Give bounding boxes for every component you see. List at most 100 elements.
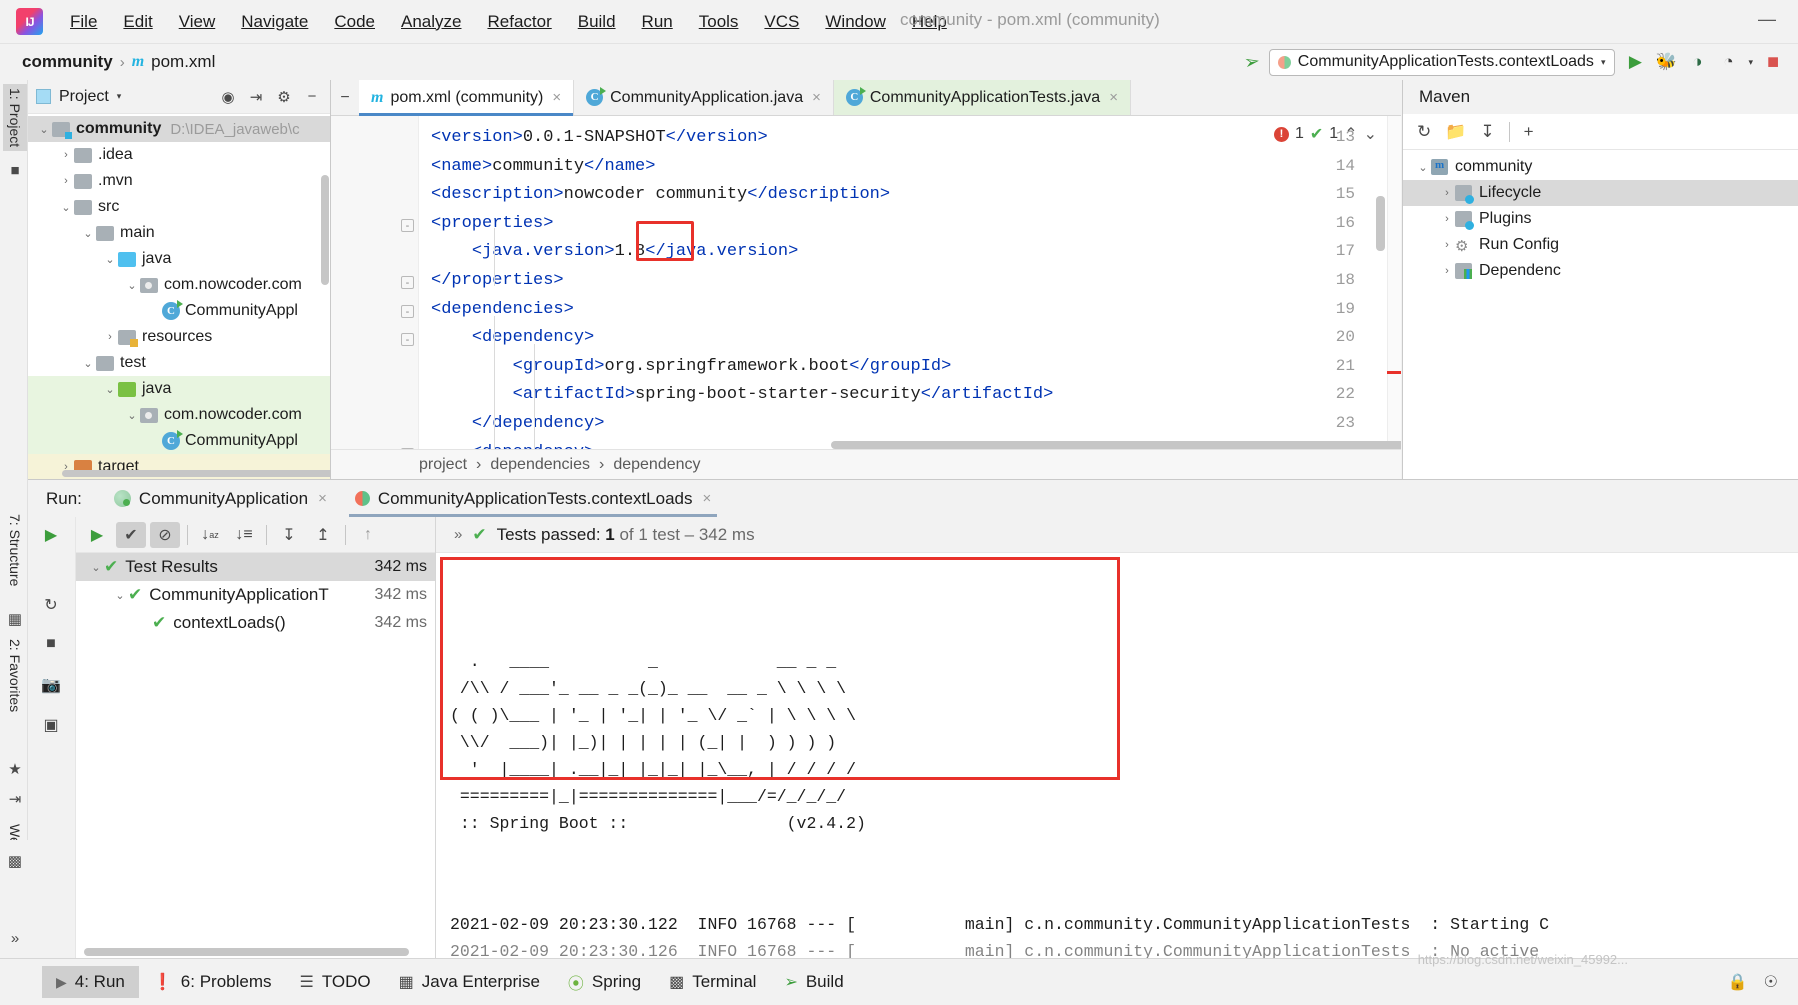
code-line[interactable]: <groupId>org.springframework.boot</group… bbox=[431, 357, 952, 376]
project-vertical-scrollbar[interactable] bbox=[321, 175, 329, 285]
run-tab-community-application[interactable]: CommunityApplication × bbox=[100, 480, 341, 517]
show-passed-icon[interactable]: ✔ bbox=[116, 521, 146, 548]
test-node-test-results[interactable]: ⌄ ✔ Test Results 342 ms bbox=[76, 553, 435, 581]
menu-item-vcs[interactable]: VCS bbox=[751, 9, 812, 35]
run-tab-context-loads[interactable]: CommunityApplicationTests.contextLoads × bbox=[341, 480, 725, 517]
maven-project-tree[interactable]: ⌄community›Lifecycle›Plugins›⚙Run Config… bbox=[1403, 150, 1798, 284]
code-editor[interactable]: 13 <version>0.0.1-SNAPSHOT</version> 14 <na… bbox=[331, 116, 1401, 479]
status-tab-todo[interactable]: ☰ TODO bbox=[286, 966, 385, 998]
menu-item-file[interactable]: File bbox=[57, 9, 110, 35]
sidebar-item-favorites[interactable]: 2: Favorites bbox=[3, 635, 27, 716]
tree-node-resources[interactable]: › resources bbox=[28, 324, 330, 350]
breadcrumb-project[interactable]: project bbox=[419, 456, 467, 474]
profile-chevron-down-icon[interactable]: ▾ bbox=[1748, 57, 1753, 68]
build-hammer-icon[interactable]: ➢ bbox=[1242, 49, 1262, 74]
profile-button[interactable]: ◔ bbox=[1717, 52, 1739, 72]
chevron-down-icon[interactable]: ⌄ bbox=[80, 227, 96, 240]
tree-node-java[interactable]: ⌄ java bbox=[28, 246, 330, 272]
menu-item-edit[interactable]: Edit bbox=[110, 9, 165, 35]
reload-icon[interactable]: ↻ bbox=[1417, 122, 1431, 142]
tree-node-com-nowcoder-com[interactable]: ⌄ com.nowcoder.com bbox=[28, 272, 330, 298]
project-view-chevron-down-icon[interactable]: ▾ bbox=[117, 91, 122, 102]
gear-icon[interactable]: ⚙ bbox=[274, 88, 294, 106]
next-problem-icon[interactable]: ⌄ bbox=[1364, 124, 1377, 144]
menu-item-tools[interactable]: Tools bbox=[686, 9, 752, 35]
code-line[interactable]: </dependency> bbox=[431, 414, 605, 433]
export-icon[interactable]: ▣ bbox=[40, 715, 62, 737]
inspection-status[interactable]: ! 1 ✔ 1 ⌃ ⌄ bbox=[1273, 124, 1377, 144]
menu-item-view[interactable]: View bbox=[166, 9, 229, 35]
locate-icon[interactable]: ◉ bbox=[218, 88, 238, 106]
chevron-down-icon[interactable]: ⌄ bbox=[36, 123, 52, 136]
prev-problem-icon[interactable]: ⌃ bbox=[1344, 124, 1357, 144]
stop-icon[interactable]: ■ bbox=[40, 635, 62, 657]
run-configuration-selector[interactable]: CommunityApplicationTests.contextLoads ▾ bbox=[1268, 48, 1616, 76]
status-tab-terminal[interactable]: ▩ Terminal bbox=[655, 966, 770, 998]
plus-icon[interactable]: + bbox=[1524, 122, 1534, 142]
close-icon[interactable]: × bbox=[552, 89, 561, 106]
hide-panel-icon[interactable]: − bbox=[302, 88, 322, 105]
expand-summary-icon[interactable]: » bbox=[454, 526, 462, 543]
chevron-down-icon[interactable]: ⌄ bbox=[1415, 161, 1431, 174]
status-tab-problems[interactable]: ❗ 6: Problems bbox=[139, 966, 286, 998]
sidebar-item-project[interactable]: 1: Project bbox=[3, 84, 27, 152]
code-line[interactable]: <dependency> bbox=[431, 328, 594, 347]
chevron-right-icon[interactable]: › bbox=[58, 149, 74, 161]
chevron-right-icon[interactable]: › bbox=[1439, 239, 1455, 251]
tab-community-application-tests[interactable]: C CommunityApplicationTests.java × bbox=[833, 80, 1131, 115]
rerun-failed-tests-icon[interactable]: ↻ bbox=[40, 595, 62, 617]
hide-editor-tabs-icon[interactable]: − bbox=[331, 80, 359, 115]
code-line[interactable]: <description>nowcoder community</descrip… bbox=[431, 185, 890, 204]
collapse-all-icon[interactable]: ↥ bbox=[308, 522, 338, 548]
notifications-icon[interactable]: ☉ bbox=[1764, 972, 1778, 992]
fold-toggle-icon[interactable]: - bbox=[401, 276, 414, 289]
console-output[interactable]: . ____ _ __ _ _ /\\ / ___'_ __ _ _(_)_ _… bbox=[436, 553, 1798, 1005]
error-stripe-mark[interactable] bbox=[1387, 371, 1401, 374]
code-line[interactable]: <java.version>1.8</java.version> bbox=[431, 242, 798, 261]
menu-item-analyze[interactable]: Analyze bbox=[388, 9, 474, 35]
sidebar-item-structure[interactable]: 7: Structure bbox=[3, 510, 27, 590]
tab-community-application[interactable]: C CommunityApplication.java × bbox=[574, 80, 834, 115]
chevron-down-icon[interactable]: ⌄ bbox=[124, 409, 140, 422]
menu-item-run[interactable]: Run bbox=[629, 9, 686, 35]
tree-node-java[interactable]: ⌄ java bbox=[28, 376, 330, 402]
chevron-down-icon[interactable]: ⌄ bbox=[112, 589, 128, 602]
status-tab-spring[interactable]: ⦿ Spring bbox=[554, 966, 655, 998]
tree-node-communityappl[interactable]: ·CCommunityAppl bbox=[28, 298, 330, 324]
chevron-down-icon[interactable]: ⌄ bbox=[58, 201, 74, 214]
minimize-button[interactable]: — bbox=[1756, 10, 1778, 30]
error-stripe-gutter[interactable] bbox=[1387, 116, 1401, 479]
editor-horizontal-scrollbar[interactable] bbox=[831, 441, 1401, 449]
status-tab-java-enterprise[interactable]: ▦ Java Enterprise bbox=[385, 966, 554, 998]
test-results-tree[interactable]: ⌄ ✔ Test Results 342 ms ⌄ ✔ CommunityApplicati… bbox=[76, 553, 435, 637]
code-line[interactable]: <dependencies> bbox=[431, 300, 574, 319]
fold-toggle-icon[interactable]: - bbox=[401, 218, 414, 232]
maven-node-dependenc[interactable]: › Dependenc bbox=[1403, 258, 1798, 284]
tree-node--idea[interactable]: › .idea bbox=[28, 142, 330, 168]
chevron-down-icon[interactable]: ⌄ bbox=[102, 253, 118, 266]
close-icon[interactable]: × bbox=[703, 490, 712, 507]
code-line[interactable]: </properties> bbox=[431, 271, 564, 290]
tree-node-src[interactable]: ⌄ src bbox=[28, 194, 330, 220]
maven-node-lifecycle[interactable]: › Lifecycle bbox=[1403, 180, 1798, 206]
tree-node-main[interactable]: ⌄ main bbox=[28, 220, 330, 246]
tree-node-test[interactable]: ⌄ test bbox=[28, 350, 330, 376]
tree-node--mvn[interactable]: › .mvn bbox=[28, 168, 330, 194]
add-maven-project-icon[interactable]: 📁 bbox=[1445, 122, 1466, 142]
sort-alphabetically-icon[interactable]: ↓ az bbox=[195, 522, 225, 548]
rerun-icon[interactable]: ▶ bbox=[40, 525, 62, 547]
project-horizontal-scrollbar[interactable] bbox=[62, 470, 352, 477]
test-tree-horizontal-scrollbar[interactable] bbox=[84, 948, 409, 956]
code-line[interactable]: <properties> bbox=[431, 214, 553, 233]
chevron-down-icon[interactable]: ⌄ bbox=[124, 279, 140, 292]
tab-pom-xml[interactable]: m pom.xml (community) × bbox=[359, 80, 575, 116]
debug-button[interactable]: 🐝 bbox=[1655, 52, 1677, 72]
tree-node-community[interactable]: ⌄ community D:\IDEA_javaweb\c bbox=[28, 116, 330, 142]
tree-node-com-nowcoder-com[interactable]: ⌄ com.nowcoder.com bbox=[28, 402, 330, 428]
menu-item-build[interactable]: Build bbox=[565, 9, 629, 35]
status-tab-run[interactable]: ▶ 4: Run bbox=[42, 966, 139, 998]
test-node-contextloads-[interactable]: ✔ contextLoads() 342 ms bbox=[76, 609, 435, 637]
chevron-right-icon[interactable]: › bbox=[1439, 187, 1455, 199]
close-icon[interactable]: × bbox=[812, 89, 821, 106]
chevron-down-icon[interactable]: ▾ bbox=[1601, 57, 1606, 68]
